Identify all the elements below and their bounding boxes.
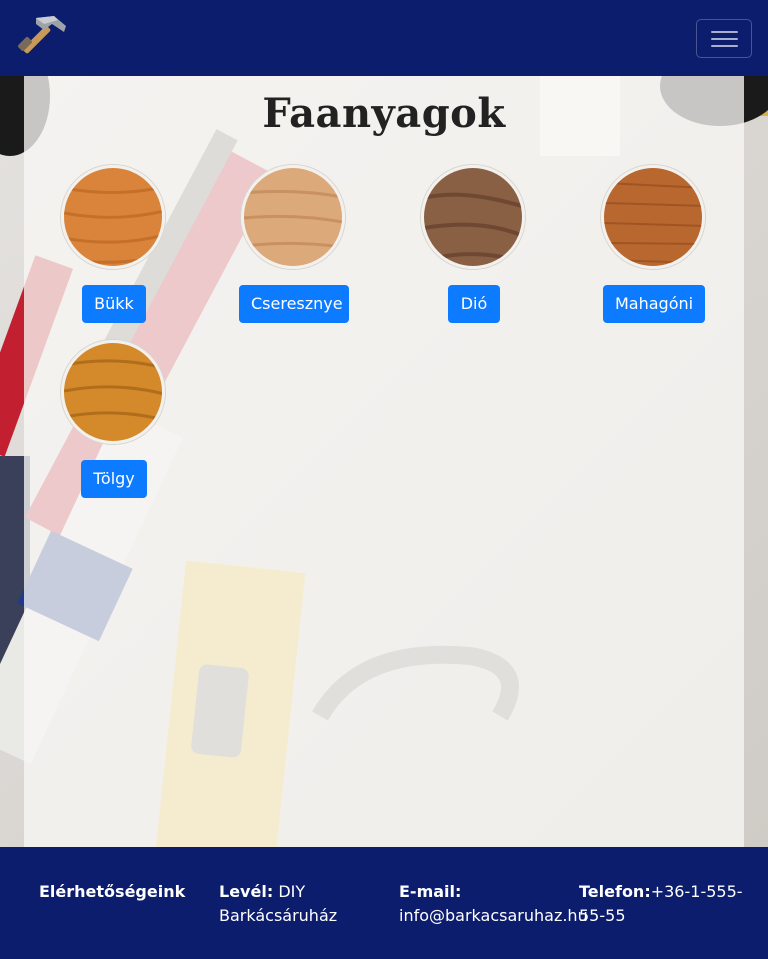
footer-contacts-heading: Elérhetőségeink: [39, 882, 186, 901]
wood-button-tolgy[interactable]: Tölgy: [81, 460, 147, 498]
wood-button-mahagoni[interactable]: Mahagóni: [603, 285, 705, 323]
menu-icon: [711, 31, 738, 33]
wood-image-cseresznye[interactable]: [241, 165, 345, 269]
footer-email: E-mail: info@barkacsaruhaz.hu: [399, 880, 588, 928]
navbar: [0, 0, 768, 76]
wood-image-dio[interactable]: [421, 165, 525, 269]
wood-button-bukk[interactable]: Bükk: [82, 285, 146, 323]
wood-button-dio[interactable]: Dió: [448, 285, 500, 323]
footer: Elérhetőségeink Levél: DIY Barkácsáruház…: [0, 847, 768, 959]
footer-phone-label: Telefon:: [579, 882, 651, 901]
wood-image-mahagoni[interactable]: [601, 165, 705, 269]
footer-mail-label: Levél:: [219, 882, 274, 901]
hammer-icon[interactable]: [14, 10, 70, 66]
footer-mail: Levél: DIY Barkácsáruház: [219, 880, 389, 928]
footer-phone: Telefon:+36-1-555-55-55: [579, 880, 768, 928]
footer-email-link[interactable]: info@barkacsaruhaz.hu: [399, 906, 588, 925]
menu-toggle-button[interactable]: [696, 19, 752, 58]
page-title: Faanyagok: [262, 90, 506, 137]
footer-email-label: E-mail:: [399, 882, 462, 901]
wood-image-tolgy[interactable]: [61, 340, 165, 444]
wood-image-bukk[interactable]: [61, 165, 165, 269]
wood-button-cseresznye[interactable]: Cseresznye: [239, 285, 349, 323]
